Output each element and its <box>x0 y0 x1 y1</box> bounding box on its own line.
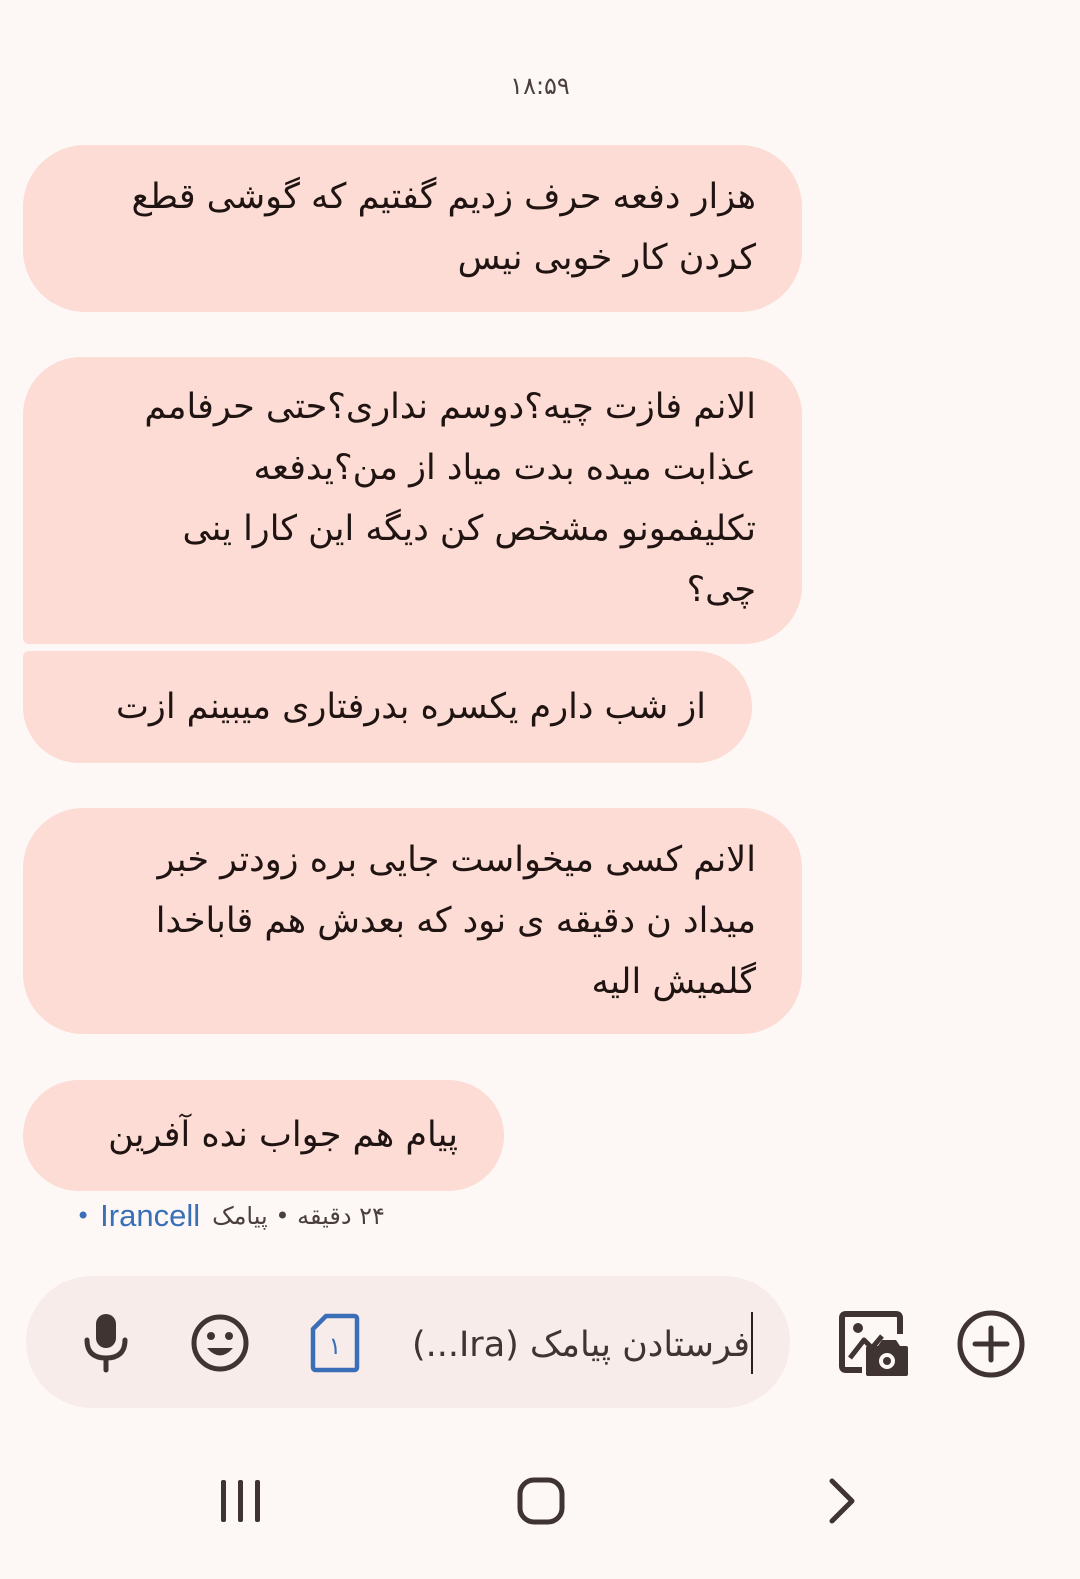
message-bubble[interactable]: از شب دارم یکسره بدرفتاری میبینم ازت <box>23 651 752 763</box>
message-line: پیام هم جواب نده آفرین <box>108 1115 458 1155</box>
meta-info: ۲۴ دقیقه • پیامک <box>212 1202 385 1230</box>
add-circle-icon[interactable] <box>956 1309 1026 1379</box>
recent-apps-icon[interactable] <box>216 1478 266 1524</box>
text-cursor <box>751 1312 753 1374</box>
gallery-camera-icon[interactable] <box>838 1308 910 1378</box>
message-meta: • Irancell ۲۴ دقیقه • پیامک <box>76 1196 385 1236</box>
carrier-label: Irancell <box>100 1198 201 1233</box>
message-line: الانم کسی میخواست جایی بره زودتر خبر <box>157 840 757 880</box>
meta-time-ago: ۲۴ دقیقه <box>297 1202 385 1230</box>
emoji-icon[interactable] <box>190 1313 250 1373</box>
message-bubble[interactable]: پیام هم جواب نده آفرین <box>23 1080 504 1191</box>
message-line: هزار دفعه حرف زدیم گفتیم که گوشی قطع <box>131 177 756 217</box>
message-line: گلمیش الیه <box>591 962 756 1002</box>
message-line: چی؟ <box>686 570 756 610</box>
message-line: کردن کار خوبی نیس <box>457 238 756 278</box>
message-time-header: ۱۸:۵۹ <box>510 72 570 100</box>
message-bubble[interactable]: هزار دفعه حرف زدیم گفتیم که گوشی قطع کرد… <box>23 145 802 312</box>
message-line: میداد ن دقیقه ی نود که بعدش هم قاباخدا <box>155 901 756 941</box>
meta-type: پیامک <box>212 1202 268 1230</box>
message-line: عذابت میده بدت میاد از من؟یدفعه <box>253 448 756 488</box>
message-line: تکلیفمونو مشخص کن دیگه این کارا ینی <box>182 509 756 549</box>
sim-label: ۱ <box>329 1332 342 1360</box>
message-input[interactable]: فرستادن پیامک (Ira...) <box>388 1318 754 1372</box>
message-line: از شب دارم یکسره بدرفتاری میبینم ازت <box>115 687 706 727</box>
sim-card-icon[interactable]: ۱ <box>310 1313 360 1373</box>
message-line: الانم فازت چیه؟دوسم نداری؟حتی حرفامم <box>144 387 756 427</box>
home-icon[interactable] <box>517 1477 565 1525</box>
meta-separator: • <box>275 1202 290 1230</box>
microphone-icon[interactable] <box>80 1312 132 1374</box>
message-bubble[interactable]: الانم فازت چیه؟دوسم نداری؟حتی حرفامم عذا… <box>23 357 802 644</box>
back-icon[interactable] <box>826 1477 858 1525</box>
meta-separator: • <box>76 1202 91 1230</box>
message-bubble[interactable]: الانم کسی میخواست جایی بره زودتر خبر مید… <box>23 808 802 1034</box>
